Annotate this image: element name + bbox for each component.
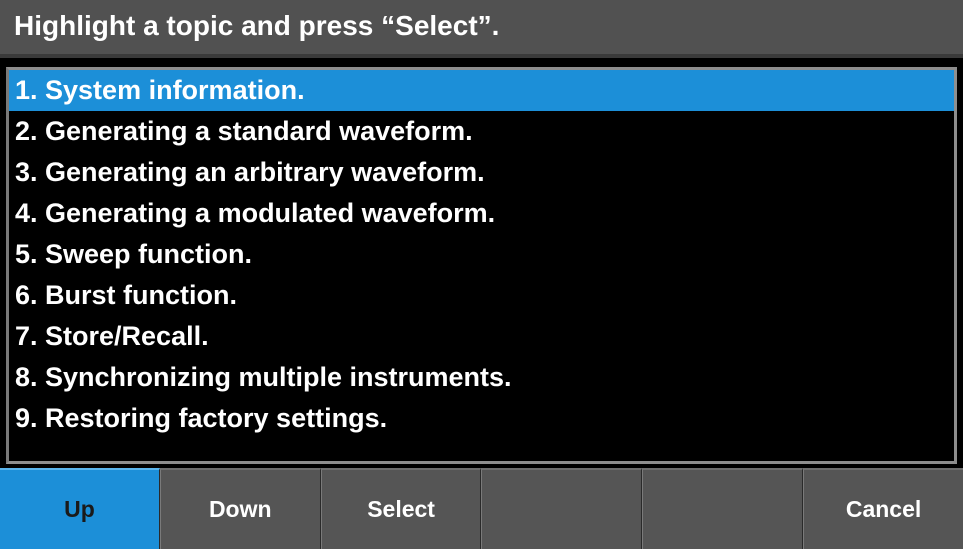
topic-list-area: 1. System information. 2. Generating a s…: [0, 58, 963, 468]
softkey-blank-5[interactable]: [642, 468, 804, 549]
cancel-button[interactable]: Cancel: [803, 468, 963, 549]
topic-item-system-information[interactable]: 1. System information.: [9, 70, 954, 111]
select-button[interactable]: Select: [320, 468, 482, 549]
topic-item-restoring-factory-settings[interactable]: 9. Restoring factory settings.: [9, 398, 954, 439]
topic-list-frame: 1. System information. 2. Generating a s…: [6, 67, 957, 464]
topic-item-modulated-waveform[interactable]: 4. Generating a modulated waveform.: [9, 193, 954, 234]
up-button[interactable]: Up: [0, 468, 160, 549]
topic-item-store-recall[interactable]: 7. Store/Recall.: [9, 316, 954, 357]
topic-item-arbitrary-waveform[interactable]: 3. Generating an arbitrary waveform.: [9, 152, 954, 193]
topic-item-standard-waveform[interactable]: 2. Generating a standard waveform.: [9, 111, 954, 152]
softkey-bar: Up Down Select Cancel: [0, 468, 963, 549]
help-screen: Highlight a topic and press “Select”. 1.…: [0, 0, 963, 549]
topic-item-burst-function[interactable]: 6. Burst function.: [9, 275, 954, 316]
page-title: Highlight a topic and press “Select”.: [14, 10, 500, 41]
topic-list: 1. System information. 2. Generating a s…: [9, 70, 954, 439]
header-bar: Highlight a topic and press “Select”.: [0, 0, 963, 58]
topic-item-synchronizing-instruments[interactable]: 8. Synchronizing multiple instruments.: [9, 357, 954, 398]
topic-item-sweep-function[interactable]: 5. Sweep function.: [9, 234, 954, 275]
softkey-blank-4[interactable]: [481, 468, 643, 549]
down-button[interactable]: Down: [159, 468, 321, 549]
